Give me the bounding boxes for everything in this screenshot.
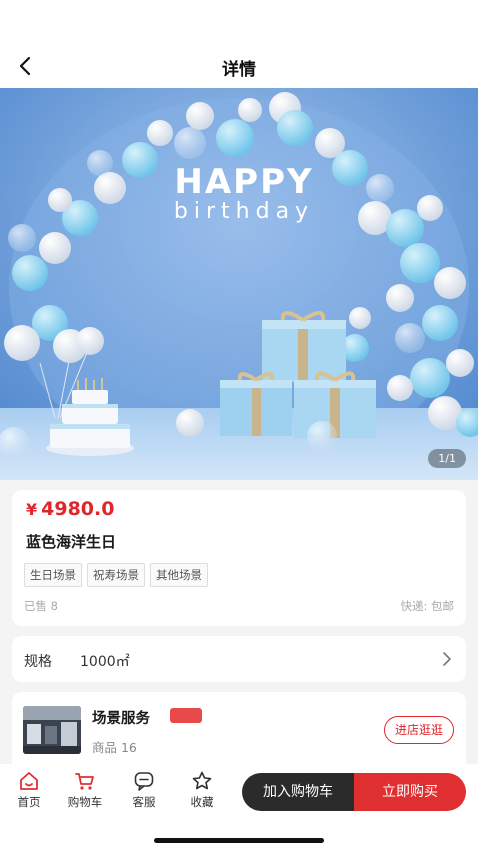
buy-now-button[interactable]: 立即购买	[354, 773, 466, 811]
chat-icon	[134, 772, 154, 791]
nav-home-label: 首页	[17, 795, 41, 809]
nav-cart[interactable]: 购物车	[63, 770, 107, 810]
home-indicator	[154, 838, 324, 843]
tag: 祝寿场景	[87, 563, 145, 587]
nav-service-label: 客服	[132, 795, 156, 809]
product-name: 蓝色海洋生日	[26, 533, 117, 551]
banner-headline: HAPPY	[174, 162, 313, 202]
product-detail-page: 详情 HAPPY birthday 1/1 ¥ 4980.0 蓝色海洋生日 生日…	[0, 0, 478, 850]
nav-cart-label: 购物车	[67, 795, 103, 809]
product-info-card: ¥4980.0 蓝色海洋生日 生日场景 祝寿场景 其他场景 已售 8 快递: 包…	[12, 490, 466, 626]
page-title: 详情	[222, 60, 256, 80]
price-value: 4980.0	[41, 498, 115, 520]
nav-favorite-label: 收藏	[190, 795, 214, 809]
nav-favorite[interactable]: 收藏	[180, 770, 224, 810]
home-icon	[20, 772, 38, 790]
tag: 其他场景	[150, 563, 208, 587]
bottom-action-bar: 首页 购物车 客服 收藏 加入购物车 立即购买	[0, 764, 478, 850]
spec-value: 1000㎡	[80, 654, 130, 670]
product-tags: 生日场景 祝寿场景 其他场景	[24, 563, 208, 587]
chevron-right-icon	[443, 652, 451, 666]
product-image: HAPPY birthday	[0, 88, 478, 480]
top-header: 详情	[0, 0, 478, 88]
shop-badge	[170, 708, 202, 723]
cart-icon	[75, 773, 94, 790]
product-price: ¥4980.0	[26, 498, 114, 520]
add-to-cart-button[interactable]: 加入购物车	[242, 773, 354, 811]
tag: 生日场景	[24, 563, 82, 587]
nav-service[interactable]: 客服	[122, 770, 166, 810]
shop-name: 场景服务	[92, 711, 150, 727]
spec-label: 规格	[24, 654, 52, 670]
banner-subline: birthday	[174, 199, 314, 224]
shipping-info: 快递: 包邮	[400, 599, 454, 613]
shop-thumbnail	[23, 706, 81, 754]
visit-shop-button[interactable]: 进店逛逛	[383, 716, 454, 744]
sold-count: 已售 8	[24, 599, 58, 613]
carousel-pager: 1/1	[428, 449, 466, 468]
currency-symbol: ¥	[26, 500, 38, 519]
nav-home[interactable]: 首页	[7, 770, 51, 810]
spec-row[interactable]: 规格 1000㎡	[12, 636, 466, 682]
shop-product-count: 商品 16	[92, 740, 137, 755]
star-icon	[192, 771, 212, 790]
product-image-carousel[interactable]: HAPPY birthday 1/1	[0, 88, 478, 480]
